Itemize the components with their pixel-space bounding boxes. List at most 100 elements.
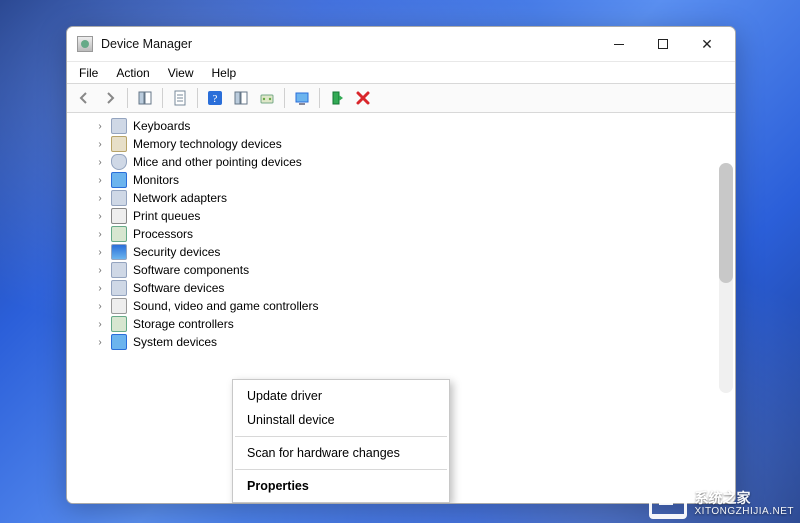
tree-node-label: Processors <box>133 227 193 241</box>
tree-node-network[interactable]: › Network adapters <box>77 189 725 207</box>
minimize-icon <box>614 44 624 45</box>
cpu-icon <box>111 226 127 242</box>
close-button[interactable]: ✕ <box>685 29 729 59</box>
tree-node-storage[interactable]: › Storage controllers <box>77 315 725 333</box>
toolbar-separator <box>284 88 285 108</box>
software-component-icon <box>111 262 127 278</box>
keyboard-icon <box>111 118 127 134</box>
toolbar-separator <box>162 88 163 108</box>
expand-icon[interactable]: › <box>95 337 105 348</box>
toolbar: ? <box>67 83 735 113</box>
device-manager-window: Device Manager ✕ File Action View Help ? <box>66 26 736 504</box>
expand-icon[interactable]: › <box>95 265 105 276</box>
watermark-url: XITONGZHIJIA.NET <box>695 506 795 517</box>
toolbar-help-button[interactable]: ? <box>203 86 227 110</box>
monitor-icon <box>111 172 127 188</box>
ctx-properties[interactable]: Properties <box>233 474 449 498</box>
tree-node-label: Sound, video and game controllers <box>133 299 318 313</box>
watermark: 系统之家 XITONGZHIJIA.NET <box>649 485 795 519</box>
sound-icon <box>111 298 127 314</box>
toolbar-uninstall-device-button[interactable] <box>351 86 375 110</box>
tree-node-printers[interactable]: › Print queues <box>77 207 725 225</box>
window-title: Device Manager <box>101 37 597 51</box>
toolbar-enable-device-button[interactable] <box>325 86 349 110</box>
toolbar-separator <box>197 88 198 108</box>
expand-icon[interactable]: › <box>95 175 105 186</box>
minimize-button[interactable] <box>597 29 641 59</box>
tree-node-memory[interactable]: › Memory technology devices <box>77 135 725 153</box>
help-icon: ? <box>207 90 223 106</box>
expand-icon[interactable]: › <box>95 247 105 258</box>
toolbar-forward-button[interactable] <box>98 86 122 110</box>
expand-icon[interactable]: › <box>95 301 105 312</box>
tree-node-label: Software devices <box>133 281 224 295</box>
expand-icon[interactable]: › <box>95 319 105 330</box>
maximize-icon <box>658 39 668 49</box>
tree-node-label: Security devices <box>133 245 220 259</box>
toolbar-back-button[interactable] <box>72 86 96 110</box>
toolbar-separator <box>127 88 128 108</box>
menubar: File Action View Help <box>67 61 735 83</box>
window-controls: ✕ <box>597 29 729 59</box>
menu-file[interactable]: File <box>71 64 106 82</box>
ctx-separator <box>235 469 447 470</box>
toolbar-properties-button[interactable] <box>168 86 192 110</box>
expand-icon[interactable]: › <box>95 283 105 294</box>
uninstall-device-icon <box>355 90 371 106</box>
menu-help[interactable]: Help <box>204 64 245 82</box>
expand-icon[interactable]: › <box>95 229 105 240</box>
app-icon <box>77 36 93 52</box>
scan-hardware-icon <box>294 90 310 106</box>
tree-node-label: Monitors <box>133 173 179 187</box>
ctx-update-driver[interactable]: Update driver <box>233 384 449 408</box>
tree-node-security[interactable]: › Security devices <box>77 243 725 261</box>
back-arrow-icon <box>76 90 92 106</box>
toolbar-refresh-button[interactable] <box>229 86 253 110</box>
tree-node-sound[interactable]: › Sound, video and game controllers <box>77 297 725 315</box>
tree-node-system[interactable]: › System devices <box>77 333 725 351</box>
toolbar-update-driver-button[interactable] <box>255 86 279 110</box>
tree-node-label: Mice and other pointing devices <box>133 155 302 169</box>
tree-node-sw-devices[interactable]: › Software devices <box>77 279 725 297</box>
tree-node-mice[interactable]: › Mice and other pointing devices <box>77 153 725 171</box>
close-icon: ✕ <box>701 36 713 53</box>
tree-node-keyboards[interactable]: › Keyboards <box>77 117 725 135</box>
network-icon <box>111 190 127 206</box>
forward-arrow-icon <box>102 90 118 106</box>
toolbar-separator <box>319 88 320 108</box>
tree-node-label: Print queues <box>133 209 200 223</box>
mouse-icon <box>111 154 127 170</box>
expand-icon[interactable]: › <box>95 157 105 168</box>
expand-icon[interactable]: › <box>95 121 105 132</box>
tree-node-label: Keyboards <box>133 119 190 133</box>
scrollbar-thumb[interactable] <box>719 163 733 283</box>
menu-action[interactable]: Action <box>108 64 157 82</box>
expand-icon[interactable]: › <box>95 193 105 204</box>
svg-text:?: ? <box>213 93 218 105</box>
printer-icon <box>111 208 127 224</box>
maximize-button[interactable] <box>641 29 685 59</box>
toolbar-scan-hardware-button[interactable] <box>290 86 314 110</box>
ctx-scan-hardware[interactable]: Scan for hardware changes <box>233 441 449 465</box>
expand-icon[interactable]: › <box>95 139 105 150</box>
ctx-uninstall-device[interactable]: Uninstall device <box>233 408 449 432</box>
toolbar-show-hide-tree-button[interactable] <box>133 86 157 110</box>
tree-node-processors[interactable]: › Processors <box>77 225 725 243</box>
tree-node-monitors[interactable]: › Monitors <box>77 171 725 189</box>
storage-icon <box>111 316 127 332</box>
security-icon <box>111 244 127 260</box>
tree-node-label: Storage controllers <box>133 317 234 331</box>
menu-view[interactable]: View <box>160 64 202 82</box>
expand-icon[interactable]: › <box>95 211 105 222</box>
show-hide-tree-icon <box>137 90 153 106</box>
tree-node-sw-components[interactable]: › Software components <box>77 261 725 279</box>
tree-node-label: Network adapters <box>133 191 227 205</box>
enable-device-icon <box>329 90 345 106</box>
system-icon <box>111 334 127 350</box>
watermark-text-cn: 系统之家 <box>695 490 751 506</box>
titlebar[interactable]: Device Manager ✕ <box>67 27 735 61</box>
content-area: › Keyboards › Memory technology devices … <box>67 113 735 503</box>
tree-node-label: System devices <box>133 335 217 349</box>
refresh-icon <box>233 90 249 106</box>
memory-icon <box>111 136 127 152</box>
